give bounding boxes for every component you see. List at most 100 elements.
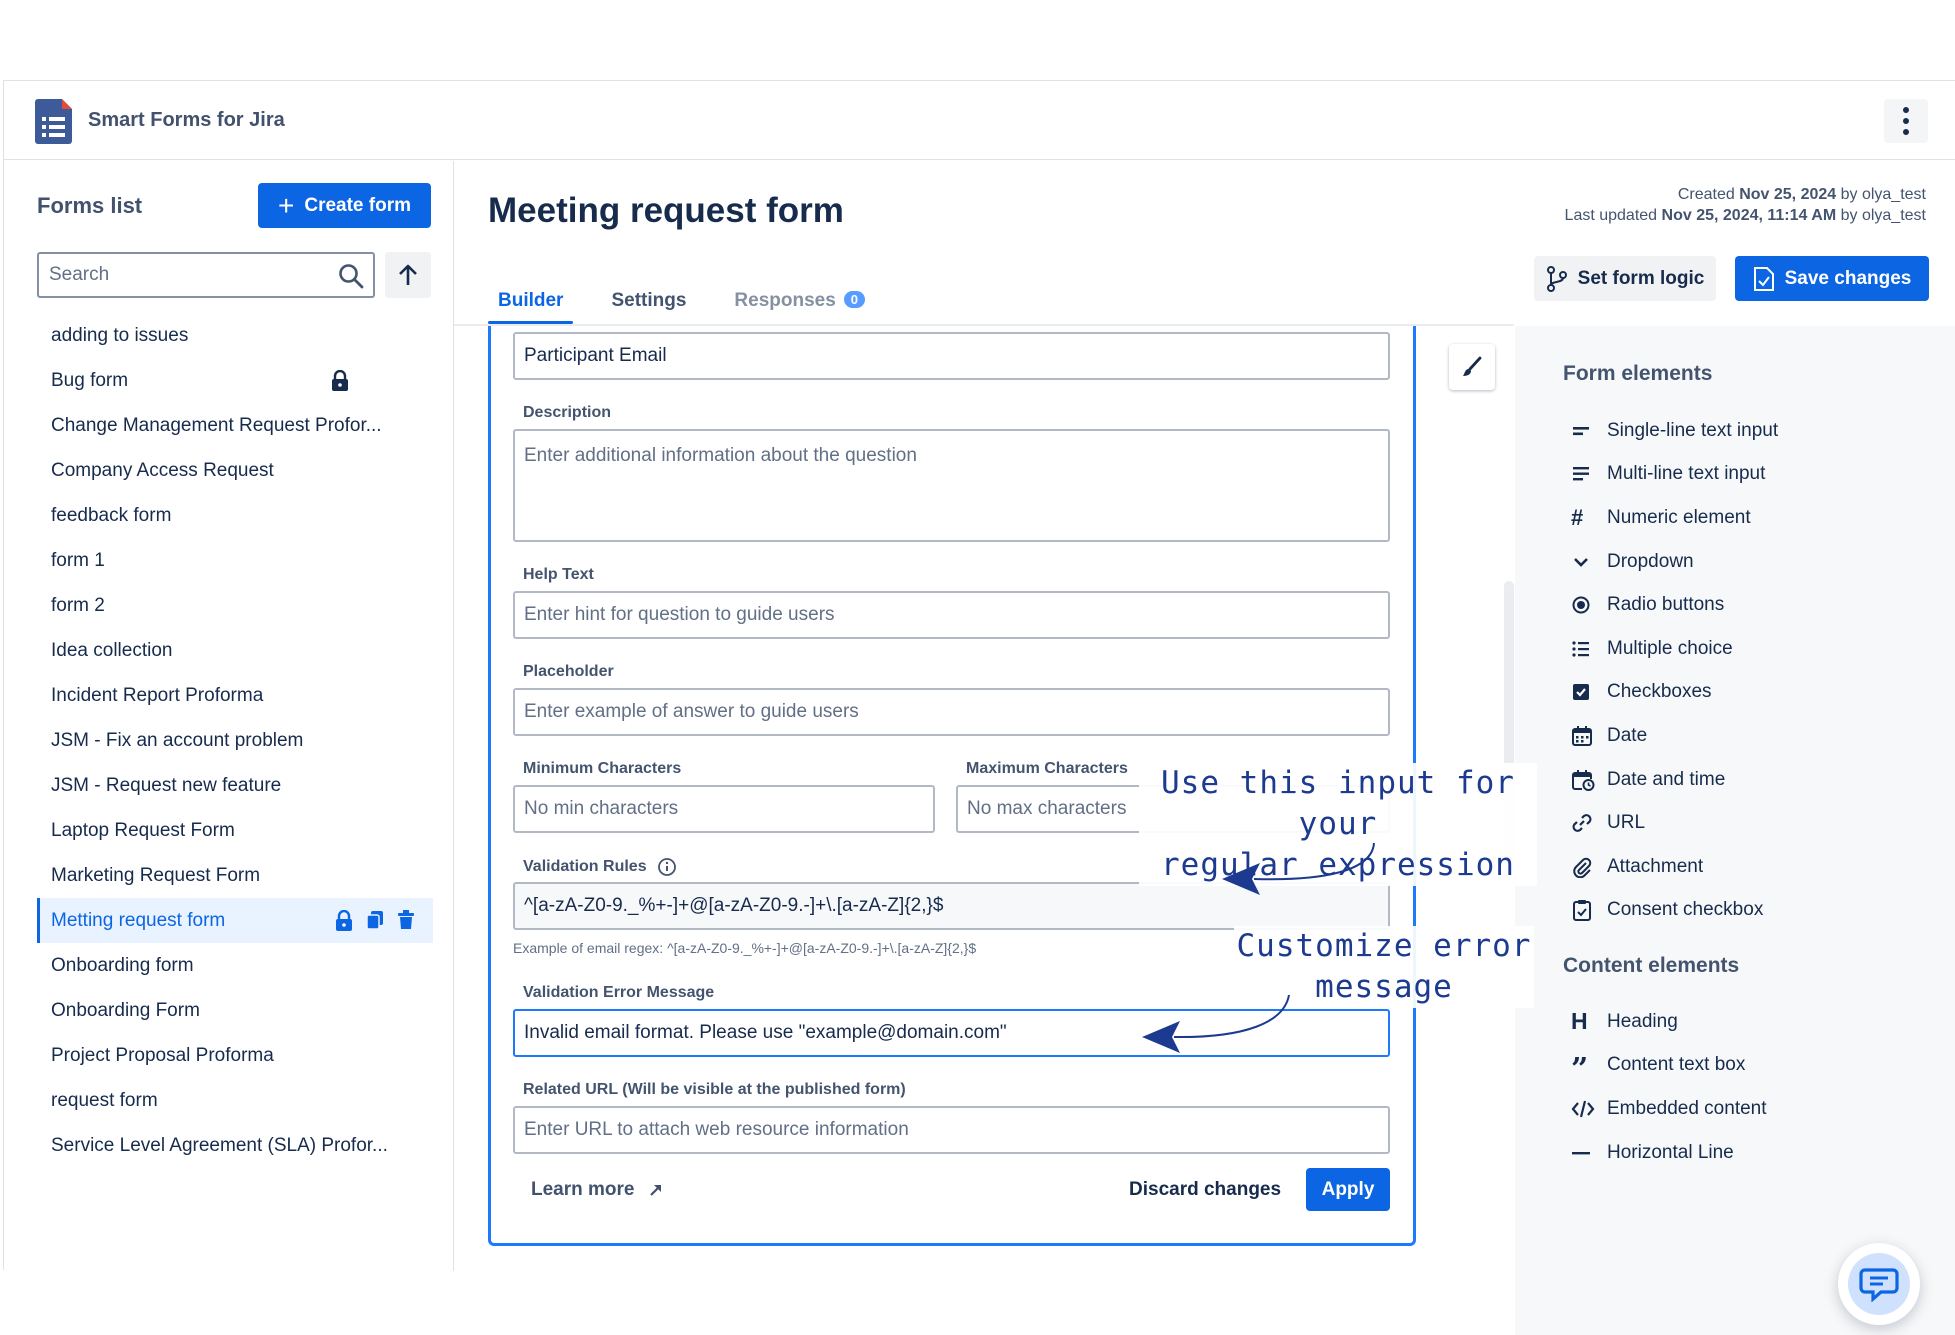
form-list-item[interactable]: Idea collection (37, 628, 433, 673)
dot-icon (1903, 107, 1909, 113)
element-radio-buttons[interactable]: Radio buttons (1563, 583, 1943, 627)
page-title: Meeting request form (488, 191, 844, 230)
forms-list: adding to issues Bug form Change Managemen… (37, 313, 433, 1168)
element-label: Single-line text input (1607, 419, 1779, 441)
calendar-clock-icon (1563, 769, 1607, 791)
updated-prefix: Last updated (1564, 207, 1658, 224)
style-brush-button[interactable] (1449, 344, 1495, 390)
form-list-item[interactable]: Project Proposal Proforma (37, 1033, 433, 1078)
responses-count-badge: 0 (843, 291, 866, 308)
form-list-item[interactable]: JSM - Fix an account problem (37, 718, 433, 763)
placeholder-input[interactable]: Enter example of answer to guide users (513, 688, 1390, 736)
form-list-item[interactable]: form 1 (37, 538, 433, 583)
tab-builder[interactable]: Builder (488, 286, 574, 324)
search-input[interactable] (39, 254, 319, 296)
form-list-item[interactable]: Incident Report Proforma (37, 673, 433, 718)
description-textarea[interactable]: Enter additional information about the q… (513, 429, 1390, 542)
min-characters-label: Minimum Characters (523, 760, 682, 777)
created-info: Created Nov 25, 2024 by olya_test (1565, 184, 1926, 205)
form-list-item[interactable]: adding to issues (37, 313, 433, 358)
help-text-input[interactable]: Enter hint for question to guide users (513, 591, 1390, 639)
element-label: URL (1607, 812, 1646, 834)
element-checkboxes[interactable]: Checkboxes (1563, 671, 1943, 715)
element-label: Date (1607, 724, 1648, 746)
sort-button[interactable] (385, 252, 431, 298)
set-form-logic-label: Set form logic (1577, 267, 1705, 289)
info-icon[interactable] (657, 857, 677, 877)
lock-icon[interactable] (335, 909, 353, 938)
quote-icon: ” (1571, 1052, 1589, 1088)
element-label: Radio buttons (1607, 594, 1725, 616)
element-label: Checkboxes (1607, 681, 1712, 703)
set-form-logic-button[interactable]: Set form logic (1534, 256, 1716, 301)
form-list-item[interactable]: Marketing Request Form (37, 853, 433, 898)
element-date[interactable]: Date (1563, 714, 1943, 758)
form-list-item[interactable]: Company Access Request (37, 448, 433, 493)
form-list-item[interactable]: Laptop Request Form (37, 808, 433, 853)
trash-icon[interactable] (397, 910, 415, 938)
form-list-item[interactable]: Service Level Agreement (SLA) Profor... (37, 1123, 433, 1168)
content-elements-title: Content elements (1563, 954, 1740, 977)
validation-rules-label-row: Validation Rules (523, 857, 677, 877)
checkbox-icon (1563, 682, 1607, 702)
form-list-item-label: Onboarding Form (51, 999, 200, 1021)
max-characters-label: Maximum Characters (966, 760, 1128, 777)
form-list-item[interactable]: JSM - Request new feature (37, 763, 433, 808)
content-elements-list: H Heading ” Content text box Embedded conten… (1563, 1000, 1943, 1174)
radio-icon (1563, 595, 1607, 615)
validation-rules-label: Validation Rules (523, 858, 647, 875)
form-list-item[interactable]: Onboarding form (37, 943, 433, 988)
chevron-down-icon (1563, 552, 1607, 572)
form-elements-title: Form elements (1563, 362, 1713, 385)
question-title-input[interactable]: Participant Email (513, 332, 1390, 380)
discard-changes-button[interactable]: Discard changes (1129, 1179, 1281, 1201)
tab-responses[interactable]: Responses 0 (724, 286, 875, 322)
element-url[interactable]: URL (1563, 801, 1943, 845)
hash-icon: # (1571, 504, 1584, 530)
element-attachment[interactable]: Attachment (1563, 845, 1943, 889)
form-list-item-label: Bug form (51, 369, 129, 391)
element-numeric-element[interactable]: # Numeric element (1563, 496, 1943, 540)
create-form-button[interactable]: + Create form (258, 183, 431, 228)
save-changes-button[interactable]: Save changes (1735, 256, 1929, 301)
element-label: Embedded content (1607, 1097, 1767, 1119)
app-title: Smart Forms for Jira (88, 109, 285, 131)
form-list-item[interactable]: form 2 (37, 583, 433, 628)
element-date-and-time[interactable]: Date and time (1563, 758, 1943, 802)
app-frame: Smart Forms for Jira Forms list + Create… (3, 80, 1955, 1335)
form-list-item[interactable]: feedback form (37, 493, 433, 538)
element-consent-checkbox[interactable]: Consent checkbox (1563, 889, 1943, 933)
form-list-item[interactable]: Metting request form (37, 898, 433, 943)
form-list-item[interactable]: Onboarding Form (37, 988, 433, 1033)
chat-support-button[interactable] (1838, 1243, 1920, 1325)
form-list-item[interactable]: Bug form (37, 358, 433, 403)
apply-button[interactable]: Apply (1306, 1168, 1390, 1211)
element-label: Numeric element (1607, 506, 1751, 528)
error-annotation-line1: Customize error (1236, 928, 1532, 964)
more-options-button[interactable] (1884, 99, 1928, 143)
form-list-item-label: Marketing Request Form (51, 864, 261, 886)
regex-annotation-line1: Use this input for your (1161, 765, 1515, 842)
form-list-item[interactable]: Change Management Request Profor... (37, 403, 433, 448)
form-list-item-label: JSM - Request new feature (51, 774, 282, 796)
learn-more-link[interactable]: Learn more (531, 1179, 664, 1201)
element-single-line-text-input[interactable]: Single-line text input (1563, 409, 1943, 453)
element-dropdown[interactable]: Dropdown (1563, 540, 1943, 584)
form-list-item[interactable]: request form (37, 1078, 433, 1123)
element-embedded-content[interactable]: Embedded content (1563, 1087, 1943, 1131)
code-icon (1563, 1098, 1607, 1120)
copy-icon[interactable] (366, 910, 384, 938)
save-changes-label: Save changes (1784, 267, 1912, 289)
search-icon[interactable] (337, 262, 365, 290)
element-multiple-choice[interactable]: Multiple choice (1563, 627, 1943, 671)
tab-settings[interactable]: Settings (601, 286, 696, 322)
element-content-text-box[interactable]: ” Content text box (1563, 1044, 1943, 1088)
related-url-input[interactable]: Enter URL to attach web resource informa… (513, 1106, 1390, 1154)
element-horizontal-line[interactable]: Horizontal Line (1563, 1131, 1943, 1175)
form-item-actions (335, 909, 415, 938)
link-icon (1563, 812, 1607, 834)
element-heading[interactable]: H Heading (1563, 1000, 1943, 1044)
learn-more-label: Learn more (531, 1179, 635, 1200)
min-characters-input[interactable]: No min characters (513, 785, 935, 833)
element-multi-line-text-input[interactable]: Multi-line text input (1563, 453, 1943, 497)
